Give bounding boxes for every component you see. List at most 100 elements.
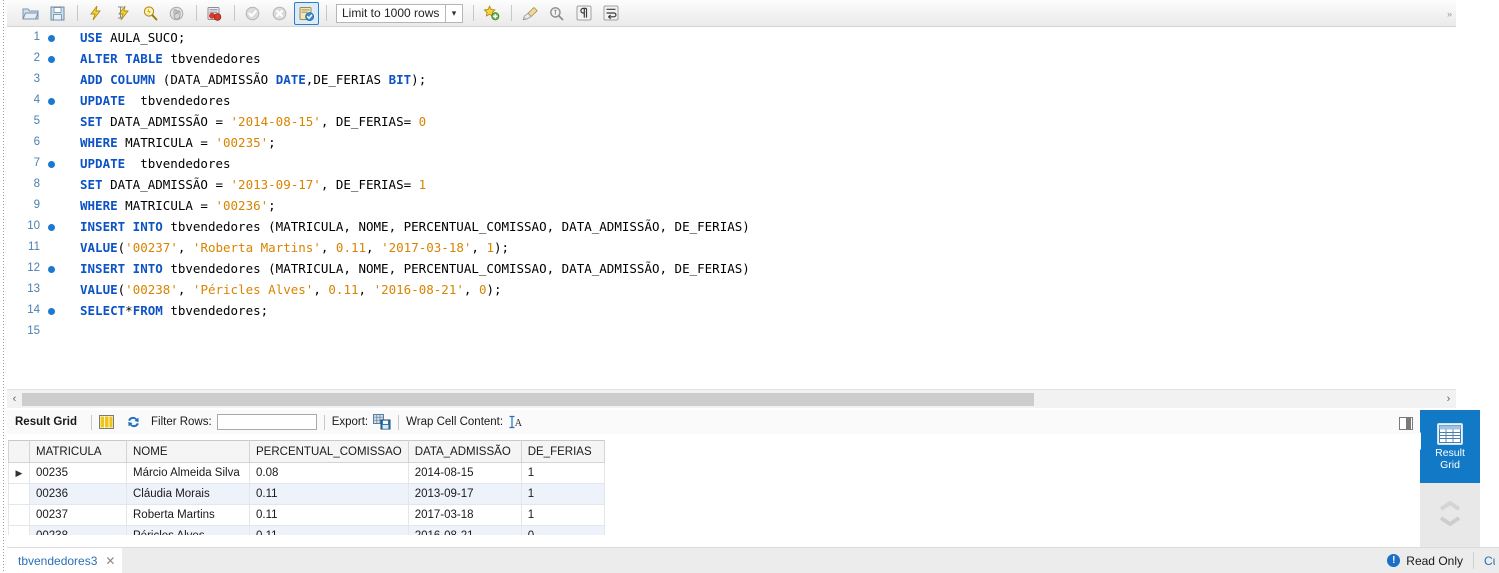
toggle-sidebar-button[interactable] [1399, 417, 1413, 430]
code-line[interactable]: 4 UPDATE tbvendedores [7, 90, 1456, 111]
toolbar-separator [473, 5, 474, 21]
row-selector[interactable] [8, 525, 30, 535]
code-line[interactable]: 13 VALUE('00238', 'Péricles Alves', 0.11,… [7, 279, 1456, 300]
table-cell[interactable]: 00236 [29, 483, 127, 505]
table-cell[interactable]: 0.11 [249, 504, 409, 526]
table-cell[interactable]: 0 [520, 525, 605, 535]
column-header[interactable]: DATA_ADMISSÃO [407, 440, 522, 463]
export-icon[interactable] [373, 414, 391, 430]
code-line[interactable]: 2 ALTER TABLE tbvendedores [7, 48, 1456, 69]
code-line[interactable]: 5 SET DATA_ADMISSÃO = '2014-08-15', DE_FE… [7, 111, 1456, 132]
statement-marker[interactable] [40, 90, 62, 111]
code-line[interactable]: 3 ADD COLUMN (DATA_ADMISSÃO DATE,DE_FERIA… [7, 69, 1456, 90]
table-cell[interactable]: 1 [520, 462, 605, 484]
table-row[interactable]: 00238Péricles Alves0.112016-08-210 [8, 525, 605, 535]
table-cell[interactable]: Péricles Alves [126, 525, 250, 535]
column-header[interactable]: MATRICULA [29, 440, 127, 463]
row-selector[interactable]: ▶ [8, 462, 30, 484]
find-icon[interactable] [544, 2, 569, 25]
line-number: 6 [33, 136, 40, 148]
execute-current-statement-icon[interactable] [110, 2, 135, 25]
table-cell[interactable]: 1 [520, 483, 605, 505]
code-line[interactable]: 8 SET DATA_ADMISSÃO = '2013-09-17', DE_FE… [7, 174, 1456, 195]
code-line[interactable]: 14 SELECT*FROM tbvendedores; [7, 300, 1456, 321]
column-header[interactable]: NOME [126, 440, 250, 463]
result-grid[interactable]: MATRICULA NOME PERCENTUAL_COMISSAO DATA_ADM… [8, 440, 1404, 535]
column-header[interactable]: PERCENTUAL_COMISSAO [249, 440, 409, 463]
execute-statement-icon[interactable] [83, 2, 108, 25]
statement-marker[interactable] [40, 48, 62, 69]
editor-horizontal-scrollbar[interactable]: ‹ › [7, 389, 1456, 408]
wrap-cell-icon[interactable]: A [508, 415, 522, 429]
table-cell[interactable]: Roberta Martins [126, 504, 250, 526]
statement-marker[interactable] [40, 300, 62, 321]
toggle-autocommit-icon[interactable] [294, 1, 319, 25]
favorite-snippet-icon[interactable] [479, 2, 504, 25]
explain-statement-icon[interactable] [137, 2, 162, 25]
scroll-right-icon[interactable]: › [1441, 393, 1456, 405]
commit-icon[interactable] [240, 2, 265, 25]
result-tab-tbvendedores3[interactable]: tbvendedores3 ✕ [7, 547, 123, 573]
filter-rows-input[interactable] [216, 414, 317, 430]
table-cell[interactable]: 0.11 [249, 525, 409, 535]
stop-execution-icon[interactable] [164, 2, 189, 25]
statement-marker[interactable] [40, 216, 62, 237]
toggle-invisible-chars-icon[interactable] [571, 2, 596, 25]
status-right-group: ! Read Only Cu [1387, 552, 1499, 569]
table-cell[interactable]: 00235 [29, 462, 127, 484]
row-limit-dropdown[interactable]: Limit to 1000 rows ▾ [336, 3, 463, 23]
code-line[interactable]: 12 INSERT INTO tbvendedores (MATRICULA, N… [7, 258, 1456, 279]
statement-marker[interactable] [40, 153, 62, 174]
panel-scroll-controls[interactable] [1420, 483, 1480, 543]
table-cell[interactable]: 2016-08-21 [407, 525, 522, 535]
table-cell[interactable]: Cláudia Morais [126, 483, 250, 505]
row-selector[interactable] [8, 504, 30, 526]
code-line[interactable]: 15 [7, 321, 1456, 342]
scrollbar-thumb[interactable] [22, 392, 1034, 406]
toggle-stop-on-error-icon[interactable] [202, 2, 227, 25]
row-limit-value[interactable]: Limit to 1000 rows [336, 3, 446, 23]
beautify-sql-icon[interactable] [517, 2, 542, 25]
wrap-lines-icon[interactable] [598, 2, 623, 25]
save-script-icon[interactable] [45, 2, 70, 25]
table-cell[interactable]: 2014-08-15 [407, 462, 522, 484]
grid-view-icon[interactable] [98, 415, 114, 429]
code-line[interactable]: 11 VALUE('00237', 'Roberta Martins', 0.11… [7, 237, 1456, 258]
code-text: VALUE('00238', 'Péricles Alves', 0.11, '… [80, 282, 502, 297]
result-table: MATRICULA NOME PERCENTUAL_COMISSAO DATA_ADM… [8, 440, 605, 535]
left-splitter-handle[interactable] [0, 0, 7, 573]
column-header[interactable]: DE_FERIAS [520, 440, 605, 463]
code-text: SET DATA_ADMISSÃO = '2013-09-17', DE_FER… [80, 177, 427, 192]
refresh-icon[interactable] [126, 415, 141, 429]
statement-marker[interactable] [40, 27, 62, 48]
table-cell[interactable]: 0.11 [249, 483, 409, 505]
table-cell[interactable]: 2017-03-18 [407, 504, 522, 526]
chevron-down-icon[interactable]: ▾ [446, 3, 463, 23]
scroll-left-icon[interactable]: ‹ [7, 393, 22, 405]
close-icon[interactable]: ✕ [105, 554, 115, 568]
code-line[interactable]: 9 WHERE MATRICULA = '00236'; [7, 195, 1456, 216]
statement-marker[interactable] [40, 258, 62, 279]
table-row[interactable]: 00237 Roberta Martins 0.11 2017-03-18 1 [8, 504, 605, 526]
table-cell[interactable]: 0.08 [249, 462, 409, 484]
tab-result-grid[interactable]: Result Grid [1413, 410, 1480, 483]
table-cell[interactable]: 00238 [29, 525, 127, 535]
scrollbar-track[interactable] [22, 392, 1441, 406]
table-cell[interactable]: 00237 [29, 504, 127, 526]
toolbar-overflow-icon[interactable]: » [1447, 9, 1452, 19]
open-sql-file-icon[interactable] [18, 2, 43, 25]
sql-code-editor[interactable]: 1 USE AULA_SUCO; 2 ALTER TABLE tbvendedores… [7, 27, 1456, 389]
row-selector[interactable] [8, 483, 30, 505]
code-line[interactable]: 1 USE AULA_SUCO; [7, 27, 1456, 48]
code-text: WHERE MATRICULA = '00236'; [80, 198, 276, 213]
tab-label-line1: Result [1435, 446, 1465, 459]
table-cell[interactable]: 1 [520, 504, 605, 526]
table-cell[interactable]: Márcio Almeida Silva [126, 462, 250, 484]
table-row[interactable]: ▶ 00235 Márcio Almeida Silva 0.08 2014-08-15… [8, 462, 605, 484]
rollback-icon[interactable] [267, 2, 292, 25]
table-cell[interactable]: 2013-09-17 [407, 483, 522, 505]
code-line[interactable]: 10 INSERT INTO tbvendedores (MATRICULA, N… [7, 216, 1456, 237]
code-line[interactable]: 7 UPDATE tbvendedores [7, 153, 1456, 174]
code-line[interactable]: 6 WHERE MATRICULA = '00235'; [7, 132, 1456, 153]
table-row[interactable]: 00236 Cláudia Morais 0.11 2013-09-17 1 [8, 483, 605, 505]
